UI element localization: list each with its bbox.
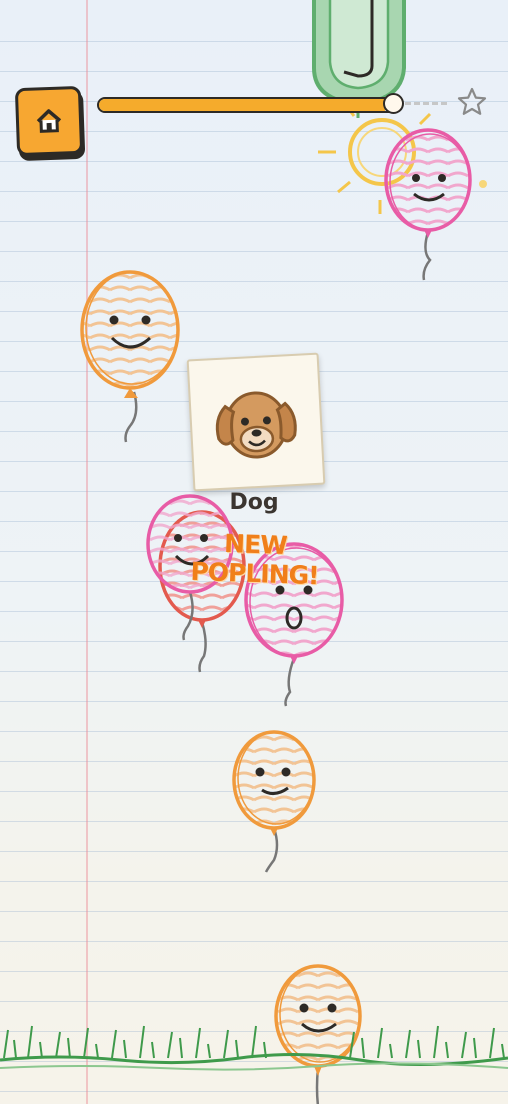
home-button[interactable] (14, 85, 84, 157)
level-progress-bar (97, 97, 399, 113)
star-outline-icon (457, 87, 487, 115)
balloon-orange-smile-bottom[interactable] (274, 964, 362, 1104)
balloon-orange-smile[interactable] (80, 270, 180, 443)
balloon-pink-smile[interactable] (384, 128, 472, 281)
grass-ground (0, 1025, 508, 1071)
dog-face-icon (215, 391, 297, 459)
home-icon (36, 109, 62, 133)
level-progress-fill (99, 99, 386, 111)
popling-name: Dog (229, 490, 279, 515)
progress-remaining-dashes (405, 102, 447, 105)
progress-knob (383, 93, 404, 114)
new-popling-banner: NEW POPLING! (190, 528, 319, 591)
balloon-orange-neutral[interactable] (232, 730, 316, 873)
popling-card (186, 352, 326, 492)
